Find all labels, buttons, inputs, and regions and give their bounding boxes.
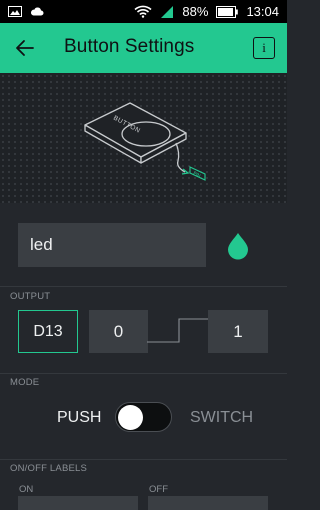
widget-illustration: BUTTON PIN — [0, 73, 287, 203]
mode-section-label: MODE — [10, 377, 40, 388]
low-value-field[interactable]: 0 — [89, 310, 148, 353]
info-icon: i — [262, 40, 266, 55]
mode-row: PUSH SWITCH — [0, 396, 287, 440]
output-section-label: OUTPUT — [10, 291, 51, 302]
image-notification-icon — [8, 6, 22, 17]
high-value-field[interactable]: 1 — [208, 310, 268, 353]
battery-percent: 88% — [182, 4, 209, 19]
app-bar: Button Settings i — [0, 23, 287, 73]
off-label-caption: OFF — [149, 484, 168, 495]
mode-toggle-switch[interactable] — [115, 402, 172, 432]
wifi-icon — [134, 5, 152, 18]
button-device-illustration: BUTTON PIN — [84, 102, 206, 181]
color-picker-drop-icon[interactable] — [223, 230, 253, 260]
info-button[interactable]: i — [253, 37, 275, 59]
divider — [0, 373, 287, 374]
pin-select-button[interactable]: D13 — [18, 310, 78, 353]
status-bar: 88% 13:04 — [0, 0, 287, 23]
back-arrow-icon[interactable] — [14, 37, 36, 59]
pin-value: D13 — [33, 322, 63, 340]
onoff-labels-section-label: ON/OFF LABELS — [10, 463, 88, 474]
on-label-input[interactable] — [18, 496, 138, 510]
push-mode-label[interactable]: PUSH — [57, 409, 101, 427]
switch-mode-label[interactable]: SWITCH — [190, 409, 253, 427]
low-value: 0 — [113, 321, 124, 341]
range-connector-line — [147, 318, 209, 343]
name-row — [18, 223, 270, 267]
clock: 13:04 — [246, 4, 279, 19]
toggle-knob[interactable] — [118, 405, 143, 430]
widget-name-input[interactable] — [18, 223, 206, 267]
on-label-caption: ON — [19, 484, 34, 495]
high-value: 1 — [233, 321, 243, 341]
cloud-icon — [30, 7, 44, 16]
divider — [0, 286, 287, 287]
off-label-input[interactable] — [148, 496, 268, 510]
signal-icon — [161, 5, 174, 18]
battery-icon — [216, 5, 239, 18]
divider — [0, 459, 287, 460]
page-title: Button Settings — [64, 36, 195, 57]
